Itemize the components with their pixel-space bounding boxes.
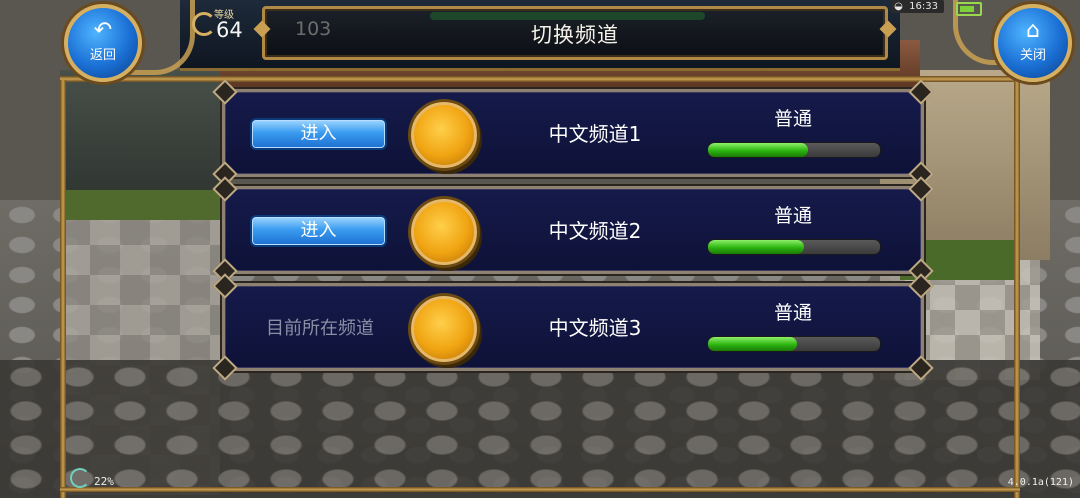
channel-load-bar (707, 239, 881, 255)
footer-percent: 22% (94, 475, 114, 488)
channel-coin-icon (411, 199, 477, 265)
enter-channel-2-button[interactable]: 进入 (250, 215, 387, 247)
back-arrow-icon: ↶ (93, 18, 113, 43)
version-label: 4.0.1a(121) (1007, 477, 1074, 488)
close-button[interactable]: ⌂ 关闭 (994, 4, 1072, 82)
grass-left (60, 190, 230, 220)
level-swirl-icon (192, 12, 216, 36)
cobblestone-foreground (0, 360, 1080, 498)
battery-icon (956, 2, 982, 16)
enter-channel-1-button[interactable]: 进入 (250, 118, 387, 150)
clock: ◒ 16:33 (891, 0, 944, 13)
channel-load-fill (708, 143, 808, 157)
channel-load-label: 普通 (773, 302, 812, 324)
frame-bottom (60, 487, 1020, 492)
frame-right (1014, 80, 1020, 498)
level-value: 64 (216, 18, 243, 42)
close-button-label: 关闭 (1019, 48, 1046, 63)
channel-load-label: 普通 (773, 205, 812, 227)
current-channel-label: 目前所在频道 (266, 318, 374, 339)
loading-swirl-icon (70, 468, 90, 488)
channel-coin-icon (411, 296, 477, 362)
channel-row-2: 进入 中文频道2 普通 (212, 176, 934, 284)
channel-name: 中文频道1 (548, 122, 642, 146)
channel-coin-icon (411, 102, 477, 168)
wifi-icon: ◒ (894, 1, 903, 12)
back-button[interactable]: ↶ 返回 (64, 4, 142, 82)
channel-load-fill (708, 240, 805, 254)
channel-row-3: 目前所在频道 中文频道3 普通 (212, 273, 934, 381)
channel-load-bar (707, 336, 881, 352)
channel-load-fill (708, 337, 798, 351)
channel-row-1: 进入 中文频道1 普通 (212, 79, 934, 187)
frame-left (60, 80, 66, 498)
channel-name: 中文频道2 (548, 219, 642, 243)
title-plate: 103 切换频道 (262, 6, 888, 60)
channel-name: 中文频道3 (548, 316, 642, 340)
building-left (60, 70, 230, 200)
channel-load-label: 普通 (773, 108, 812, 130)
clock-time: 16:33 (909, 1, 938, 12)
channel-load-bar (707, 142, 881, 158)
level-indicator: 等级 64 (192, 4, 258, 46)
back-button-label: 返回 (89, 48, 116, 63)
page-title: 切换频道 (531, 23, 619, 47)
frame-top (60, 76, 1020, 82)
home-icon: ⌂ (1026, 18, 1040, 43)
